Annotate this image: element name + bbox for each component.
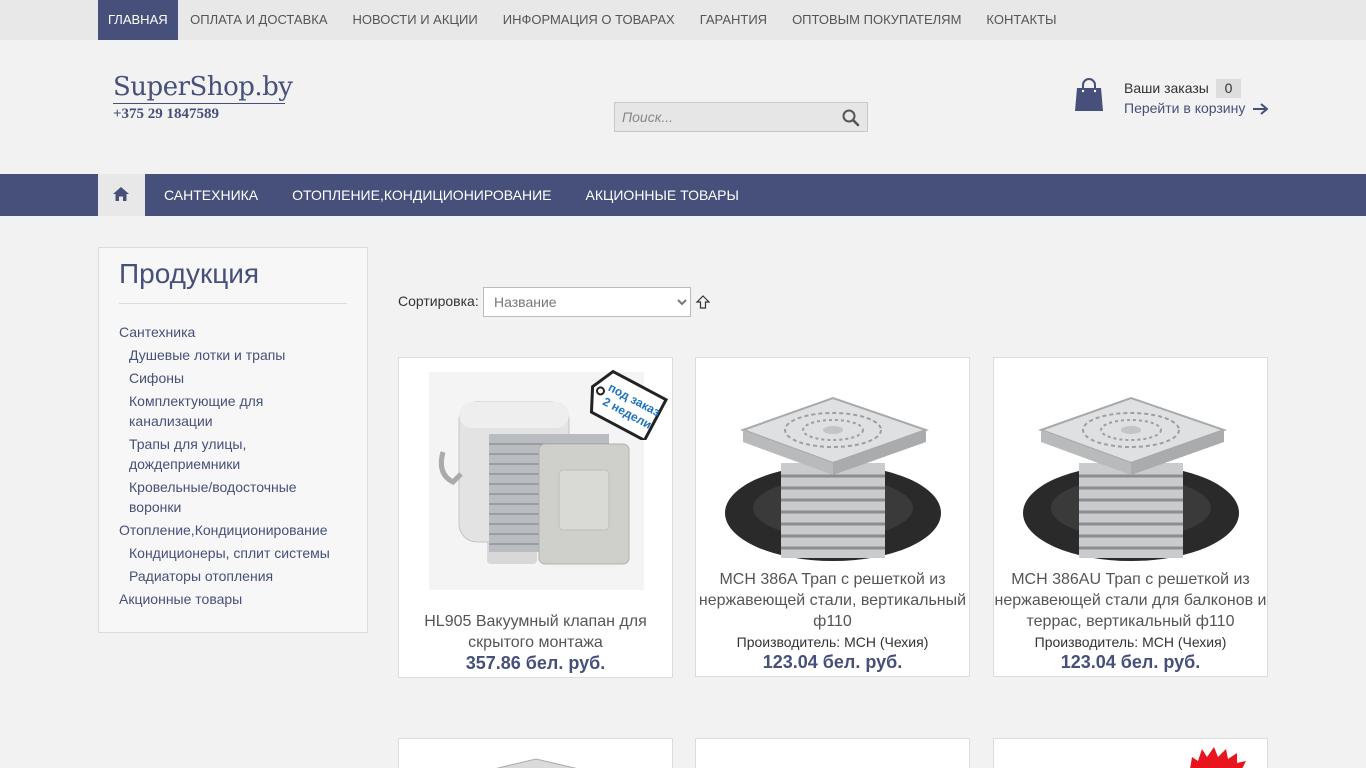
sidebar-item-promo[interactable]: Акционные товары xyxy=(119,589,349,609)
sidebar-menu: Сантехника Душевые лотки и трапы Сифоны … xyxy=(119,322,349,612)
search-icon[interactable] xyxy=(841,108,861,128)
go-to-cart-link[interactable]: Перейти в корзину xyxy=(1124,100,1245,116)
product-price: 123.04 бел. руб. xyxy=(1060,652,1201,672)
sidebar-item-heating[interactable]: Отопление,Кондиционирование xyxy=(119,520,349,540)
cart-count-badge: 0 xyxy=(1216,79,1241,98)
sidebar: Продукция Сантехника Душевые лотки и тра… xyxy=(98,247,368,633)
product-card[interactable]: под заказ 2 недели HL905 Вакуумный клапа… xyxy=(398,357,673,678)
top-nav: Главная Оплата и доставка Новости и акци… xyxy=(98,0,1069,40)
product-title[interactable]: HL905 Вакуумный клапан для скрытого монт… xyxy=(399,611,672,653)
product-card[interactable]: MCH 386AU Трап с решеткой из нержавеющей… xyxy=(993,357,1268,677)
promo-badge-icon xyxy=(1190,747,1246,768)
shopping-bag-icon[interactable] xyxy=(1074,78,1104,112)
sidebar-divider xyxy=(119,303,347,304)
product-maker: Производитель: MCH (Чехия) xyxy=(736,634,929,650)
sort-select[interactable]: Название xyxy=(483,287,691,317)
sidebar-item-plumbing[interactable]: Сантехника xyxy=(119,322,349,342)
product-card[interactable] xyxy=(695,738,970,768)
product-title[interactable]: MCH 386AU Трап с решеткой из нержавеющей… xyxy=(994,569,1267,632)
product-image[interactable] xyxy=(399,739,672,768)
product-title[interactable]: MCH 386A Трап с решеткой из нержавеющей … xyxy=(696,569,969,632)
sort-label: Сортировка: xyxy=(398,293,479,309)
sidebar-item-shower-drains[interactable]: Душевые лотки и трапы xyxy=(119,345,349,365)
product-card[interactable] xyxy=(993,738,1268,768)
category-plumbing[interactable]: Сантехника xyxy=(147,174,275,216)
product-maker: Производитель: MCH (Чехия) xyxy=(1034,634,1227,650)
sidebar-item-radiators[interactable]: Радиаторы отопления xyxy=(119,566,349,586)
product-image[interactable] xyxy=(721,388,946,583)
logo[interactable]: SuperShop.by +375 29 1847589 xyxy=(113,72,293,123)
sidebar-item-sewer-parts[interactable]: Комплектующие для канализации xyxy=(119,391,349,431)
category-heating[interactable]: Отопление,Кондиционирование xyxy=(275,174,568,216)
cart-title: Ваши заказы xyxy=(1124,80,1209,96)
search-input[interactable] xyxy=(615,103,835,131)
product-image[interactable] xyxy=(1019,388,1244,583)
top-nav-news[interactable]: Новости и акции xyxy=(340,0,490,40)
arrow-right-icon[interactable] xyxy=(1253,102,1269,115)
sidebar-item-roof-funnels[interactable]: Кровельные/водосточные воронки xyxy=(119,477,349,517)
search-box xyxy=(614,102,868,132)
home-button[interactable] xyxy=(98,174,145,216)
category-promo[interactable]: Акционные товары xyxy=(569,174,756,216)
top-nav-payment-delivery[interactable]: Оплата и доставка xyxy=(178,0,340,40)
top-nav-product-info[interactable]: Информация о товарах xyxy=(490,0,687,40)
product-card[interactable] xyxy=(398,738,673,768)
sidebar-item-street-drains[interactable]: Трапы для улицы, дождеприемники xyxy=(119,434,349,474)
arrow-up-icon[interactable] xyxy=(695,294,711,310)
product-price: 357.86 бел. руб. xyxy=(465,653,606,673)
sidebar-title: Продукция xyxy=(119,258,260,289)
logo-name: SuperShop.by xyxy=(113,72,293,104)
category-nav: Сантехника Отопление,Кондиционирование А… xyxy=(147,174,756,216)
sidebar-item-air-conditioners[interactable]: Кондиционеры, сплит системы xyxy=(119,543,349,563)
product-card[interactable]: MCH 386A Трап с решеткой из нержавеющей … xyxy=(695,357,970,677)
top-nav-home[interactable]: Главная xyxy=(98,0,178,40)
logo-phone: +375 29 1847589 xyxy=(113,106,220,122)
product-price: 123.04 бел. руб. xyxy=(762,652,903,672)
top-nav-wholesale[interactable]: Оптовым покупателям xyxy=(780,0,974,40)
top-nav-contacts[interactable]: Контакты xyxy=(974,0,1069,40)
sidebar-item-siphons[interactable]: Сифоны xyxy=(119,368,349,388)
order-badge: под заказ 2 недели xyxy=(585,369,669,443)
top-nav-warranty[interactable]: Гарантия xyxy=(687,0,779,40)
